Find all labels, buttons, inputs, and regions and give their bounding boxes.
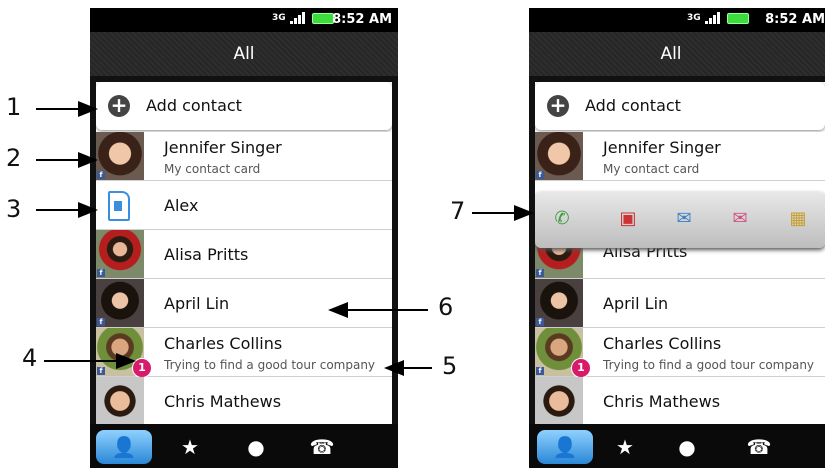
callout-arrows	[36, 101, 534, 376]
